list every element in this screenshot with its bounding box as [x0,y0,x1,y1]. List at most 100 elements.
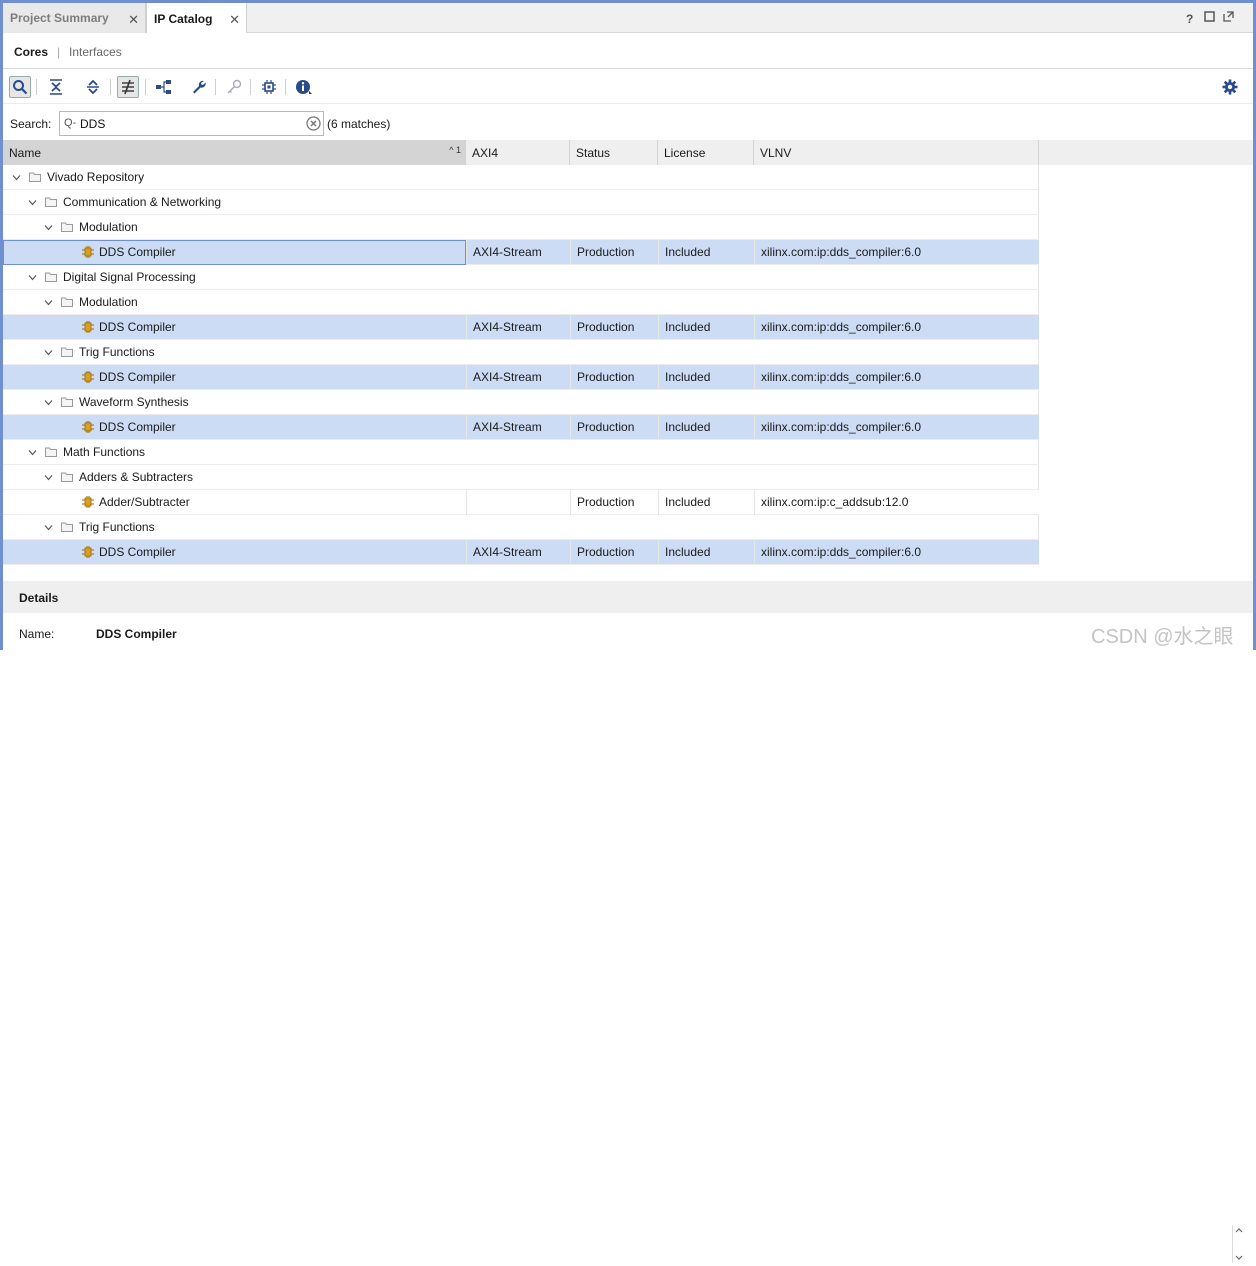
category-row[interactable]: Math Functions [3,440,1039,465]
float-icon[interactable] [1223,11,1234,25]
license-cell: Included [665,420,711,434]
row-label: DDS Compiler [99,320,176,334]
column-header-vlnv[interactable]: VLNV [754,140,1039,165]
folder-icon [45,197,57,207]
help-icon[interactable]: ? [1186,12,1193,26]
axi4-cell: AXI4-Stream [473,370,542,384]
column-header-status[interactable]: Status [570,140,658,165]
category-row[interactable]: Trig Functions [3,515,1039,540]
category-row[interactable]: Vivado Repository [3,165,1039,190]
vlnv-cell: xilinx.com:ip:dds_compiler:6.0 [761,320,922,334]
column-divider [570,315,571,340]
category-row[interactable]: Waveform Synthesis [3,390,1039,415]
category-row[interactable]: Communication & Networking [3,190,1039,215]
vlnv-cell: xilinx.com:ip:dds_compiler:6.0 [761,245,922,259]
tab-ip-catalog[interactable]: IP Catalog ✕ [146,3,247,34]
row-label: DDS Compiler [99,370,176,384]
name-cell: Modulation [3,290,466,315]
ip-catalog-table: Name ^ 1 AXI4 Status License VLNV Vivado… [3,140,1253,565]
category-row[interactable]: Trig Functions [3,340,1039,365]
clear-search-icon[interactable] [306,116,321,134]
row-label: Vivado Repository [47,170,145,184]
key-icon [227,79,242,94]
column-divider [754,415,755,440]
column-divider [658,240,659,265]
category-row[interactable]: Adders & Subtracters [3,465,1039,490]
folder-icon [45,447,57,457]
subtab-separator: | [57,45,61,59]
column-divider [754,490,755,515]
tab-project-summary[interactable]: Project Summary ✕ [3,3,146,33]
filter-button[interactable] [117,76,139,98]
chevron-down-icon[interactable] [12,173,21,182]
ip-properties-button[interactable] [258,76,280,98]
category-row[interactable]: Modulation [3,215,1039,240]
chevron-down-icon[interactable] [44,223,53,232]
row-label: Communication & Networking [63,195,222,209]
customize-ip-button[interactable] [188,76,210,98]
hierarchy-button[interactable] [153,76,175,98]
tab-interfaces[interactable]: Interfaces [69,45,122,59]
chevron-down-icon[interactable] [44,523,53,532]
axi4-cell: AXI4-Stream [473,420,542,434]
name-cell: Trig Functions [3,340,466,365]
name-cell: DDS Compiler [3,365,466,390]
row-label: DDS Compiler [99,245,176,259]
column-divider [466,490,467,515]
settings-button[interactable] [1219,76,1241,98]
ip-core-row[interactable]: DDS Compiler AXI4-Stream Production Include… [3,315,1039,340]
row-label: Digital Signal Processing [63,270,196,284]
license-button[interactable] [223,76,245,98]
name-cell: DDS Compiler [3,415,466,440]
column-header-axi4[interactable]: AXI4 [466,140,570,165]
status-cell: Production [577,545,635,559]
row-label: Trig Functions [79,520,155,534]
column-divider [1038,265,1039,290]
category-row[interactable]: Modulation [3,290,1039,315]
details-scrollbar[interactable] [1232,1225,1246,1263]
collapse-all-button[interactable] [45,76,67,98]
column-divider [1038,390,1039,415]
ip-core-row[interactable]: DDS Compiler AXI4-Stream Production Include… [3,540,1039,565]
folder-icon [45,272,57,282]
ip-core-icon [82,321,94,333]
toolbar [3,70,1253,104]
folder-icon [61,347,73,357]
vlnv-cell: xilinx.com:ip:dds_compiler:6.0 [761,545,922,559]
chevron-down-icon[interactable] [28,198,37,207]
search-box[interactable]: Q- [59,111,324,136]
folder-icon [29,172,41,182]
chevron-down-icon[interactable] [44,473,53,482]
expand-all-button[interactable] [82,76,104,98]
sort-ascending-icon: ^ 1 [449,145,461,155]
column-divider [658,415,659,440]
maximize-icon[interactable] [1204,11,1215,25]
details-name-label: Name: [19,627,55,641]
info-button[interactable] [293,76,315,98]
close-icon[interactable]: ✕ [128,12,139,28]
search-input[interactable] [80,115,300,132]
category-row[interactable]: Digital Signal Processing [3,265,1039,290]
toolbar-separator [110,79,111,95]
column-header-name[interactable]: Name ^ 1 [3,140,466,165]
column-header-license[interactable]: License [658,140,754,165]
name-cell: Trig Functions [3,515,466,540]
chevron-down-icon[interactable] [28,448,37,457]
ip-core-icon [82,421,94,433]
chevron-down-icon[interactable] [44,398,53,407]
ip-core-row[interactable]: DDS Compiler AXI4-Stream Production Include… [3,365,1039,390]
chevron-down-icon[interactable] [44,348,53,357]
ip-core-row[interactable]: Adder/Subtracter Production Included xilinx… [3,490,1039,515]
search-toggle-button[interactable] [9,76,31,98]
chevron-down-icon[interactable] [44,298,53,307]
close-icon[interactable]: ✕ [229,12,240,28]
tab-cores[interactable]: Cores [14,45,48,59]
axi4-cell: AXI4-Stream [473,320,542,334]
ip-core-row[interactable]: DDS Compiler AXI4-Stream Production Include… [3,240,1039,265]
ip-core-row[interactable]: DDS Compiler AXI4-Stream Production Include… [3,415,1039,440]
column-divider [1038,340,1039,365]
column-divider [754,315,755,340]
column-divider [1038,465,1039,490]
chevron-down-icon[interactable] [28,273,37,282]
vlnv-cell: xilinx.com:ip:c_addsub:12.0 [761,495,909,509]
